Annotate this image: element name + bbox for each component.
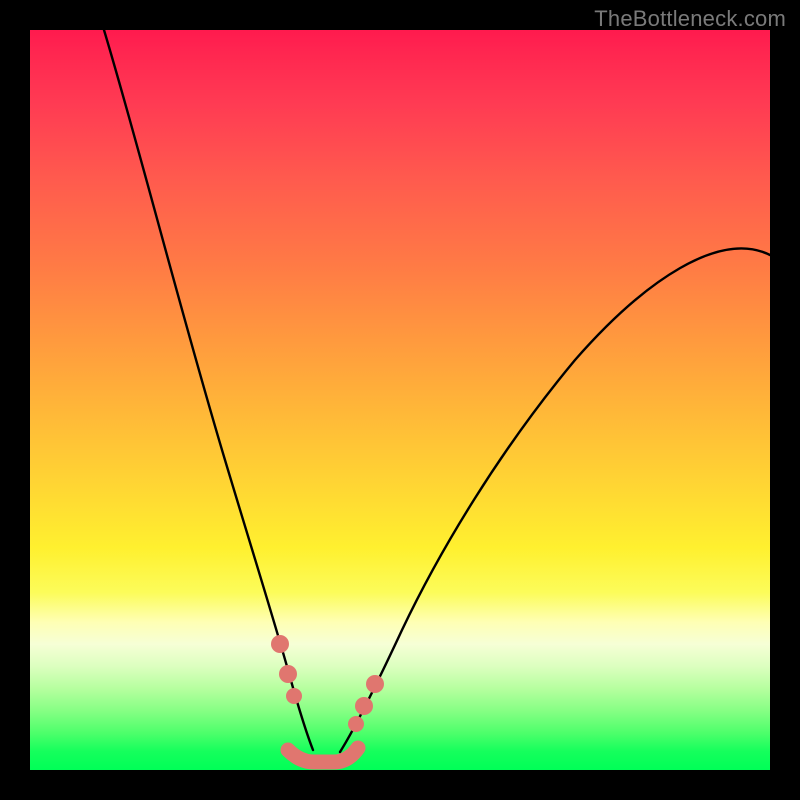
watermark-text: TheBottleneck.com: [594, 6, 786, 32]
marker-dot: [286, 688, 302, 704]
marker-dot: [279, 665, 297, 683]
marker-dot: [271, 635, 289, 653]
curve-layer: [30, 30, 770, 770]
plot-area: [30, 30, 770, 770]
marker-dot: [348, 716, 364, 732]
zero-bottleneck-band: [288, 748, 358, 762]
marker-dot: [355, 697, 373, 715]
marker-dot: [366, 675, 384, 693]
curve-right-branch: [340, 249, 770, 752]
outer-frame: TheBottleneck.com: [0, 0, 800, 800]
